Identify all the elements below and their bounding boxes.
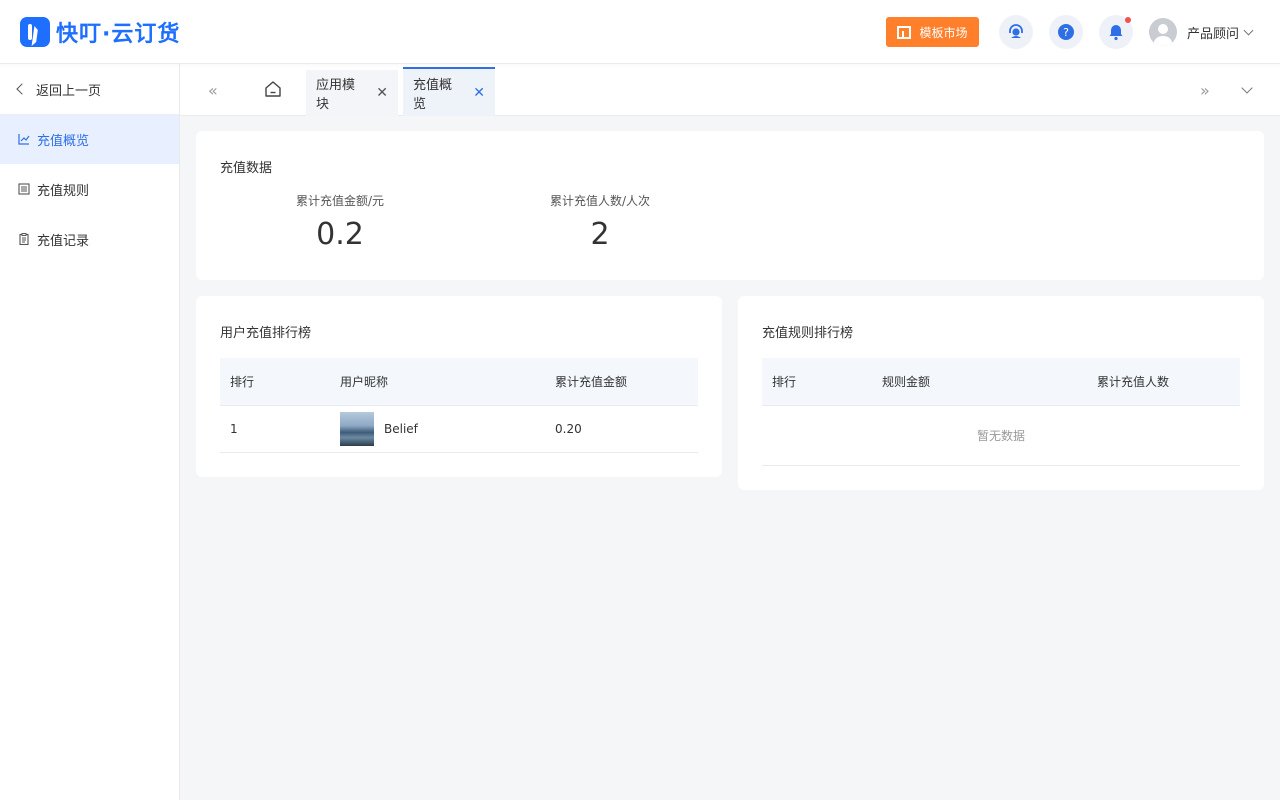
list-icon	[18, 183, 30, 195]
nickname-cell: Belief	[340, 412, 555, 446]
amount-cell: 0.20	[555, 422, 582, 436]
customer-service-button[interactable]	[999, 15, 1033, 49]
table-header: 排行 规则金额 累计充值人数	[762, 358, 1240, 406]
help-button[interactable]: ?	[1049, 15, 1083, 49]
column-header: 排行	[772, 375, 797, 389]
sidebar-item-recharge-rules[interactable]: 充值规则	[0, 164, 179, 214]
user-avatar-image	[340, 412, 374, 446]
empty-state: 暂无数据	[762, 406, 1240, 466]
tab-label: 充值概览	[413, 77, 453, 112]
home-icon[interactable]	[264, 80, 282, 98]
rule-ranking-table: 排行 规则金额 累计充值人数 暂无数据	[762, 358, 1240, 466]
user-name: 产品顾问	[1187, 26, 1240, 42]
chart-icon	[18, 134, 30, 145]
close-icon[interactable]: ✕	[376, 85, 388, 101]
column-header: 累计充值人数	[1097, 375, 1170, 389]
close-icon[interactable]: ✕	[473, 85, 485, 101]
tab-recharge-overview[interactable]: 充值概览 ✕	[403, 67, 495, 116]
card-title: 用户充值排行榜	[220, 326, 312, 341]
clipboard-icon	[19, 233, 29, 245]
notification-dot	[1125, 17, 1131, 23]
app-logo[interactable]: 快叮·云订货	[20, 16, 180, 48]
stat-total-amount: 累计充值金额/元 0.2	[280, 192, 400, 252]
rank-cell: 1	[230, 422, 238, 436]
top-header: 快叮·云订货 模板市场 ? 产品顾问	[0, 0, 1280, 64]
column-header: 用户昵称	[340, 375, 389, 389]
stat-value: 2	[590, 217, 610, 252]
sidebar-item-label: 充值规则	[37, 183, 90, 199]
back-label: 返回上一页	[36, 83, 102, 99]
sidebar-item-recharge-records[interactable]: 充值记录	[0, 214, 179, 264]
stat-total-users: 累计充值人数/人次 2	[540, 192, 660, 252]
svg-text:?: ?	[1063, 26, 1069, 39]
scroll-left-icon[interactable]: «	[208, 81, 218, 100]
column-header: 累计充值金额	[555, 375, 628, 389]
notification-button[interactable]	[1099, 15, 1133, 49]
stat-label: 累计充值金额/元	[295, 194, 385, 208]
sidebar: 返回上一页 充值概览 充值规则 充值记录	[0, 64, 180, 800]
chevron-down-icon[interactable]	[1241, 82, 1253, 94]
bell-icon	[1109, 25, 1123, 41]
column-header: 规则金额	[882, 375, 931, 389]
user-ranking-card: 用户充值排行榜 排行 用户昵称 累计充值金额 1 Belief 0.20	[196, 296, 722, 477]
recharge-data-card: 充值数据 累计充值金额/元 0.2 累计充值人数/人次 2	[196, 131, 1264, 280]
back-button[interactable]: 返回上一页	[0, 64, 179, 114]
tab-app-modules[interactable]: 应用模块 ✕	[306, 70, 398, 116]
nickname: Belief	[384, 422, 418, 436]
card-title: 充值数据	[220, 161, 273, 176]
stat-value: 0.2	[316, 217, 364, 252]
logo-text: 快叮·云订货	[56, 21, 181, 47]
template-icon	[897, 25, 912, 39]
chevron-down-icon	[1243, 25, 1254, 35]
user-ranking-table: 排行 用户昵称 累计充值金额 1 Belief 0.20	[220, 358, 698, 453]
sidebar-item-label: 充值记录	[37, 233, 90, 249]
chevron-left-icon	[16, 83, 28, 95]
sidebar-item-recharge-overview[interactable]: 充值概览	[0, 114, 179, 164]
card-title: 充值规则排行榜	[762, 326, 854, 341]
user-menu[interactable]: 产品顾问	[1149, 18, 1254, 46]
headset-icon	[1009, 24, 1023, 38]
question-icon: ?	[1058, 24, 1074, 40]
stat-label: 累计充值人数/人次	[549, 194, 651, 208]
avatar	[1149, 18, 1177, 46]
column-header: 排行	[230, 375, 255, 389]
logo-mark-icon	[20, 16, 50, 47]
template-market-button[interactable]: 模板市场	[886, 17, 979, 47]
scroll-right-icon[interactable]: »	[1200, 81, 1210, 100]
tab-bar: « 应用模块 ✕ 充值概览 ✕ »	[180, 64, 1280, 116]
template-market-label: 模板市场	[919, 25, 968, 40]
table-row: 1 Belief 0.20	[220, 406, 698, 453]
rule-ranking-card: 充值规则排行榜 排行 规则金额 累计充值人数 暂无数据	[738, 296, 1264, 490]
table-header: 排行 用户昵称 累计充值金额	[220, 358, 698, 406]
sidebar-item-label: 充值概览	[37, 133, 90, 149]
tab-label: 应用模块	[316, 78, 356, 112]
